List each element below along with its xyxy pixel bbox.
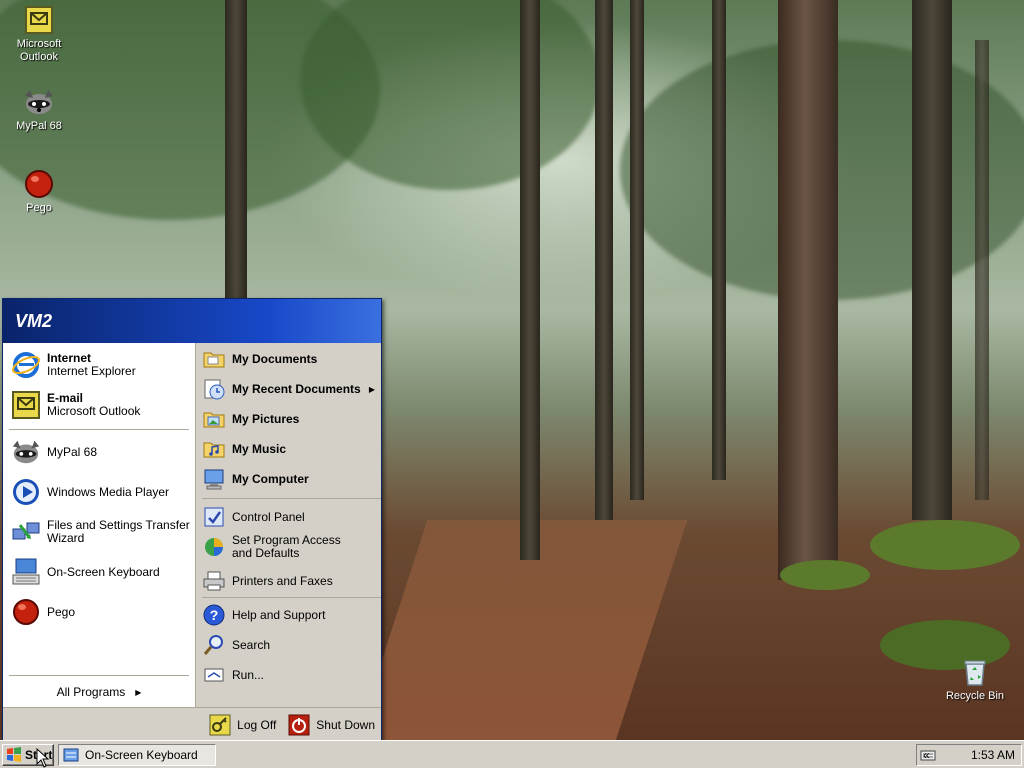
recent-media-player[interactable]: Windows Media Player <box>3 475 195 509</box>
start-menu-footer: Log Off Shut Down <box>3 707 381 741</box>
folder-pictures-icon <box>203 412 225 428</box>
clock[interactable]: 1:53 AM <box>971 748 1015 762</box>
recent-mypal[interactable]: MyPal 68 <box>3 435 195 469</box>
desktop-icon-mypal[interactable]: MyPal 68 <box>2 86 76 133</box>
svg-text:?: ? <box>210 607 219 623</box>
mypal-raccoon-icon <box>25 90 53 114</box>
recent-on-screen-keyboard[interactable]: On-Screen Keyboard <box>3 555 195 589</box>
left-separator <box>9 429 189 430</box>
menu-run[interactable]: Run... <box>196 661 381 689</box>
help-icon: ? <box>203 604 225 626</box>
desktop-icon-label: MyPal 68 <box>16 120 62 132</box>
desktop-icon-outlook[interactable]: Microsoft Outlook <box>2 4 76 64</box>
pinned-internet[interactable]: Internet Internet Explorer <box>3 347 195 383</box>
menu-my-recent-documents[interactable]: My Recent Documents ▶ <box>196 375 381 403</box>
desktop-icon-pego[interactable]: Pego <box>2 168 76 215</box>
keyboard-icon <box>12 558 40 585</box>
my-pictures-label: My Pictures <box>232 411 300 426</box>
start-menu-body: Internet Internet Explorer E-mail Microsof… <box>3 343 381 707</box>
folder-documents-icon <box>203 352 225 368</box>
pego-icon <box>13 599 39 625</box>
windows-logo-icon <box>7 747 21 762</box>
menu-printers-faxes[interactable]: Printers and Faxes <box>196 567 381 595</box>
pinned-email-subtitle: Microsoft Outlook <box>47 404 141 418</box>
start-menu: VM2 Internet Internet Explorer E-mail Micr… <box>2 298 382 742</box>
pinned-email[interactable]: E-mail Microsoft Outlook <box>3 387 195 423</box>
desktop-icon-label: Pego <box>26 202 52 214</box>
shut-down-label: Shut Down <box>316 717 375 732</box>
desktop-icon-recycle-bin[interactable]: Recycle Bin <box>938 656 1012 703</box>
menu-my-pictures[interactable]: My Pictures <box>196 405 381 433</box>
key-icon <box>209 714 231 735</box>
computer-icon <box>204 469 224 490</box>
shut-down-button[interactable]: Shut Down <box>288 714 375 736</box>
all-programs-button[interactable]: All Programs ▶ <box>3 681 195 703</box>
all-programs-label: All Programs <box>56 685 126 699</box>
control-panel-label: Control Panel <box>232 509 305 524</box>
mouse-cursor-icon <box>36 748 50 768</box>
keyboard-icon <box>63 748 79 762</box>
power-icon <box>288 714 310 735</box>
submenu-arrow-icon: ▶ <box>368 384 375 394</box>
control-panel-icon <box>204 507 224 527</box>
menu-control-panel[interactable]: Control Panel <box>196 503 381 531</box>
pego-icon <box>25 170 53 198</box>
recent-mypal-label: MyPal 68 <box>47 444 98 459</box>
outlook-icon <box>12 391 40 419</box>
menu-search[interactable]: Search <box>196 631 381 659</box>
log-off-label: Log Off <box>237 717 277 732</box>
recent-pego[interactable]: Pego <box>3 595 195 629</box>
right-separator <box>202 597 381 598</box>
start-menu-right-pane: My Documents My Recent Documents ▶ My Pi… <box>196 343 381 707</box>
menu-set-program-access[interactable]: Set Program Access and Defaults <box>196 531 381 563</box>
help-support-label: Help and Support <box>232 607 326 622</box>
recent-on-screen-keyboard-label: On-Screen Keyboard <box>47 564 160 579</box>
desktop-icon-label: Microsoft Outlook <box>16 38 62 63</box>
desktop-icon-label: Recycle Bin <box>945 690 1005 702</box>
taskbar-item-on-screen-keyboard[interactable]: On-Screen Keyboard <box>58 744 216 766</box>
media-player-icon <box>13 479 39 505</box>
left-separator <box>9 675 189 676</box>
my-documents-label: My Documents <box>232 351 318 366</box>
recycle-bin-icon <box>964 660 986 686</box>
log-off-button[interactable]: Log Off <box>209 714 276 736</box>
tray-expand-chevron-icon[interactable]: « <box>923 748 930 762</box>
start-menu-left-pane: Internet Internet Explorer E-mail Microsof… <box>3 343 196 707</box>
recent-transfer-wizard[interactable]: Files and Settings Transfer Wizard <box>3 513 195 551</box>
right-separator <box>202 498 381 499</box>
search-icon <box>203 635 223 655</box>
recent-transfer-wizard-label: Files and Settings Transfer Wizard <box>47 518 190 545</box>
set-program-access-label: Set Program Access and Defaults <box>232 533 341 560</box>
folder-music-icon <box>203 442 225 458</box>
run-label: Run... <box>232 667 265 682</box>
all-programs-arrow-icon: ▶ <box>135 687 142 697</box>
menu-my-documents[interactable]: My Documents <box>196 345 381 373</box>
my-recent-documents-label: My Recent Documents <box>232 381 361 396</box>
taskbar: Start On-Screen Keyboard « 1:53 AM <box>0 740 1024 768</box>
menu-my-music[interactable]: My Music <box>196 435 381 463</box>
run-icon <box>204 668 224 682</box>
recent-documents-icon <box>204 379 225 400</box>
transfer-wizard-icon <box>12 522 40 540</box>
my-music-label: My Music <box>232 441 287 456</box>
user-name: VM2 <box>15 310 53 331</box>
pinned-internet-subtitle: Internet Explorer <box>47 364 136 378</box>
outlook-icon <box>25 6 53 34</box>
printer-icon <box>203 571 225 591</box>
recent-media-player-label: Windows Media Player <box>47 484 170 499</box>
start-menu-header: VM2 <box>3 299 381 343</box>
menu-help-support[interactable]: ? Help and Support <box>196 601 381 629</box>
system-tray: « 1:53 AM <box>916 744 1022 766</box>
mypal-raccoon-icon <box>12 440 40 464</box>
program-access-icon <box>205 538 223 556</box>
recent-pego-label: Pego <box>47 604 76 619</box>
internet-explorer-icon <box>12 352 40 378</box>
my-computer-label: My Computer <box>232 471 309 486</box>
search-label: Search <box>232 637 271 652</box>
taskbar-item-label: On-Screen Keyboard <box>85 748 198 762</box>
printers-faxes-label: Printers and Faxes <box>232 573 333 588</box>
menu-my-computer[interactable]: My Computer <box>196 465 381 493</box>
